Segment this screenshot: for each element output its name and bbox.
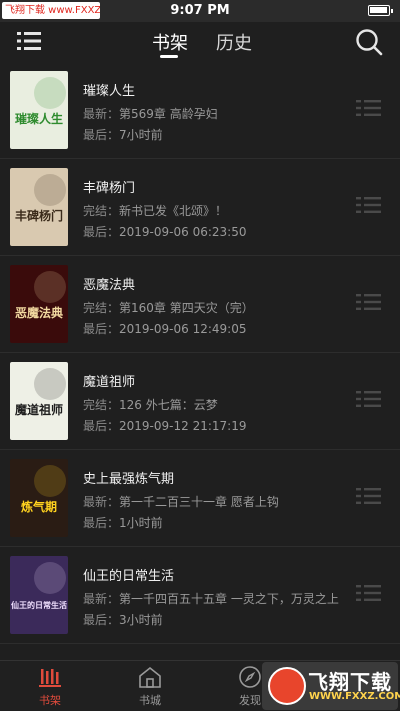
latest-chapter: 最新：第一千二百三十一章 愿者上钩 <box>83 493 279 510</box>
last-read-value: 2019-09-06 06:23:50 <box>119 225 247 239</box>
top-navbar: 书架 历史 <box>0 22 400 62</box>
cover-title-text: 璀璨人生 <box>15 111 63 126</box>
last-read-value: 1小时前 <box>119 516 163 530</box>
latest-chapter: 完结：126 外七篇：云梦 <box>83 396 218 413</box>
latest-chapter-label: 最新： <box>83 107 120 121</box>
list-menu-icon[interactable] <box>17 30 43 52</box>
drag-handle-icon[interactable] <box>356 390 381 408</box>
battery-icon <box>368 5 393 16</box>
book-cover[interactable]: 魔道祖师 <box>10 362 68 440</box>
cover-title-text: 仙王的日常生活 <box>11 600 67 610</box>
drag-handle-icon[interactable] <box>356 584 381 602</box>
status-time: 9:07 PM <box>170 3 230 18</box>
latest-chapter-label: 完结： <box>83 301 120 315</box>
tabbar-item-bookshelf[interactable]: 书架 <box>20 665 80 711</box>
latest-chapter-value: 第569章 高龄孕妇 <box>119 107 218 121</box>
last-read-label: 最后： <box>83 613 120 627</box>
latest-chapter-label: 最新： <box>83 495 120 509</box>
book-title: 璀璨人生 <box>83 84 136 99</box>
active-tab-indicator <box>160 55 178 58</box>
latest-chapter-label: 完结： <box>83 204 120 218</box>
badge-url: WWW.FXXZ.COM <box>309 691 400 702</box>
book-cover[interactable]: 炼气期 <box>10 459 68 537</box>
book-title: 史上最强炼气期 <box>83 472 175 487</box>
last-read: 最后：3小时前 <box>83 611 163 628</box>
book-cover[interactable]: 丰碑杨门 <box>10 168 68 246</box>
badge-logo-icon <box>268 667 306 705</box>
last-read: 最后：2019-09-12 21:17:19 <box>83 417 246 434</box>
last-read: 最后：1小时前 <box>83 514 163 531</box>
cover-title-text: 炼气期 <box>21 499 57 514</box>
last-read-value: 2019-09-06 12:49:05 <box>119 322 247 336</box>
tabbar-label-bookshelf: 书架 <box>39 694 61 707</box>
book-row[interactable]: 丰碑杨门 丰碑杨门 完结：新书已发《北颂》！ 最后：2019-09-06 06:23:… <box>0 159 400 256</box>
latest-chapter: 最新：第一千四百五十五章 一灵之下，万灵之上 <box>83 590 339 607</box>
watermark-badge: 飞翔下载 WWW.FXXZ.COM <box>262 662 400 710</box>
last-read: 最后：2019-09-06 06:23:50 <box>83 223 246 240</box>
cover-title-text: 丰碑杨门 <box>15 208 63 223</box>
book-row[interactable]: 炼气期 史上最强炼气期 最新：第一千二百三十一章 愿者上钩 最后：1小时前 <box>0 450 400 547</box>
book-list: 璀璨人生 璀璨人生 最新：第569章 高龄孕妇 最后：7小时前 丰碑杨门 丰碑杨门 完结：新… <box>0 62 400 660</box>
last-read: 最后：2019-09-06 12:49:05 <box>83 320 246 337</box>
latest-chapter-value: 126 外七篇：云梦 <box>119 398 218 412</box>
cover-title-text: 魔道祖师 <box>15 402 63 417</box>
last-read-label: 最后： <box>83 419 120 433</box>
search-icon[interactable] <box>355 28 383 56</box>
latest-chapter-value: 新书已发《北颂》！ <box>119 204 228 218</box>
last-read-value: 7小时前 <box>119 128 163 142</box>
tab-bookshelf[interactable]: 书架 <box>152 29 188 55</box>
last-read-value: 2019-09-12 21:17:19 <box>119 419 247 433</box>
compass-icon <box>239 666 261 688</box>
book-cover[interactable]: 仙王的日常生活 <box>10 556 68 634</box>
status-bar: 飞翔下载 www.FXXZ.com 9:07 PM <box>0 0 400 22</box>
bookstore-icon <box>139 666 161 688</box>
tabbar-label-bookstore: 书城 <box>139 694 161 707</box>
last-read-label: 最后： <box>83 128 120 142</box>
last-read: 最后：7小时前 <box>83 126 163 143</box>
tabbar-item-bookstore[interactable]: 书城 <box>120 665 180 711</box>
latest-chapter-value: 第一千四百五十五章 一灵之下，万灵之上 <box>119 592 339 606</box>
book-row[interactable]: 魔道祖师 魔道祖师 完结：126 外七篇：云梦 最后：2019-09-12 21:17… <box>0 353 400 450</box>
latest-chapter: 完结：第160章 第四天灾（完） <box>83 299 254 316</box>
latest-chapter: 完结：新书已发《北颂》！ <box>83 202 227 219</box>
book-row[interactable]: 恶魔法典 恶魔法典 完结：第160章 第四天灾（完） 最后：2019-09-06 12… <box>0 256 400 353</box>
book-cover[interactable]: 璀璨人生 <box>10 71 68 149</box>
latest-chapter-value: 第160章 第四天灾（完） <box>119 301 254 315</box>
latest-chapter: 最新：第569章 高龄孕妇 <box>83 105 218 122</box>
drag-handle-icon[interactable] <box>356 293 381 311</box>
latest-chapter-label: 最新： <box>83 592 120 606</box>
book-cover[interactable]: 恶魔法典 <box>10 265 68 343</box>
bookshelf-icon <box>39 669 61 687</box>
book-title: 恶魔法典 <box>83 278 136 293</box>
drag-handle-icon[interactable] <box>356 487 381 505</box>
book-title: 仙王的日常生活 <box>83 569 175 584</box>
book-row[interactable]: 仙王的日常生活 仙王的日常生活 最新：第一千四百五十五章 一灵之下，万灵之上 最后：3… <box>0 547 400 644</box>
last-read-value: 3小时前 <box>119 613 163 627</box>
book-title: 丰碑杨门 <box>83 181 136 196</box>
book-title: 魔道祖师 <box>83 375 136 390</box>
cover-title-text: 恶魔法典 <box>15 305 63 320</box>
latest-chapter-label: 完结： <box>83 398 120 412</box>
last-read-label: 最后： <box>83 322 120 336</box>
tab-history[interactable]: 历史 <box>216 29 252 55</box>
drag-handle-icon[interactable] <box>356 196 381 214</box>
latest-chapter-value: 第一千二百三十一章 愿者上钩 <box>119 495 279 509</box>
book-row[interactable]: 璀璨人生 璀璨人生 最新：第569章 高龄孕妇 最后：7小时前 <box>0 62 400 159</box>
last-read-label: 最后： <box>83 516 120 530</box>
drag-handle-icon[interactable] <box>356 99 381 117</box>
last-read-label: 最后： <box>83 225 120 239</box>
